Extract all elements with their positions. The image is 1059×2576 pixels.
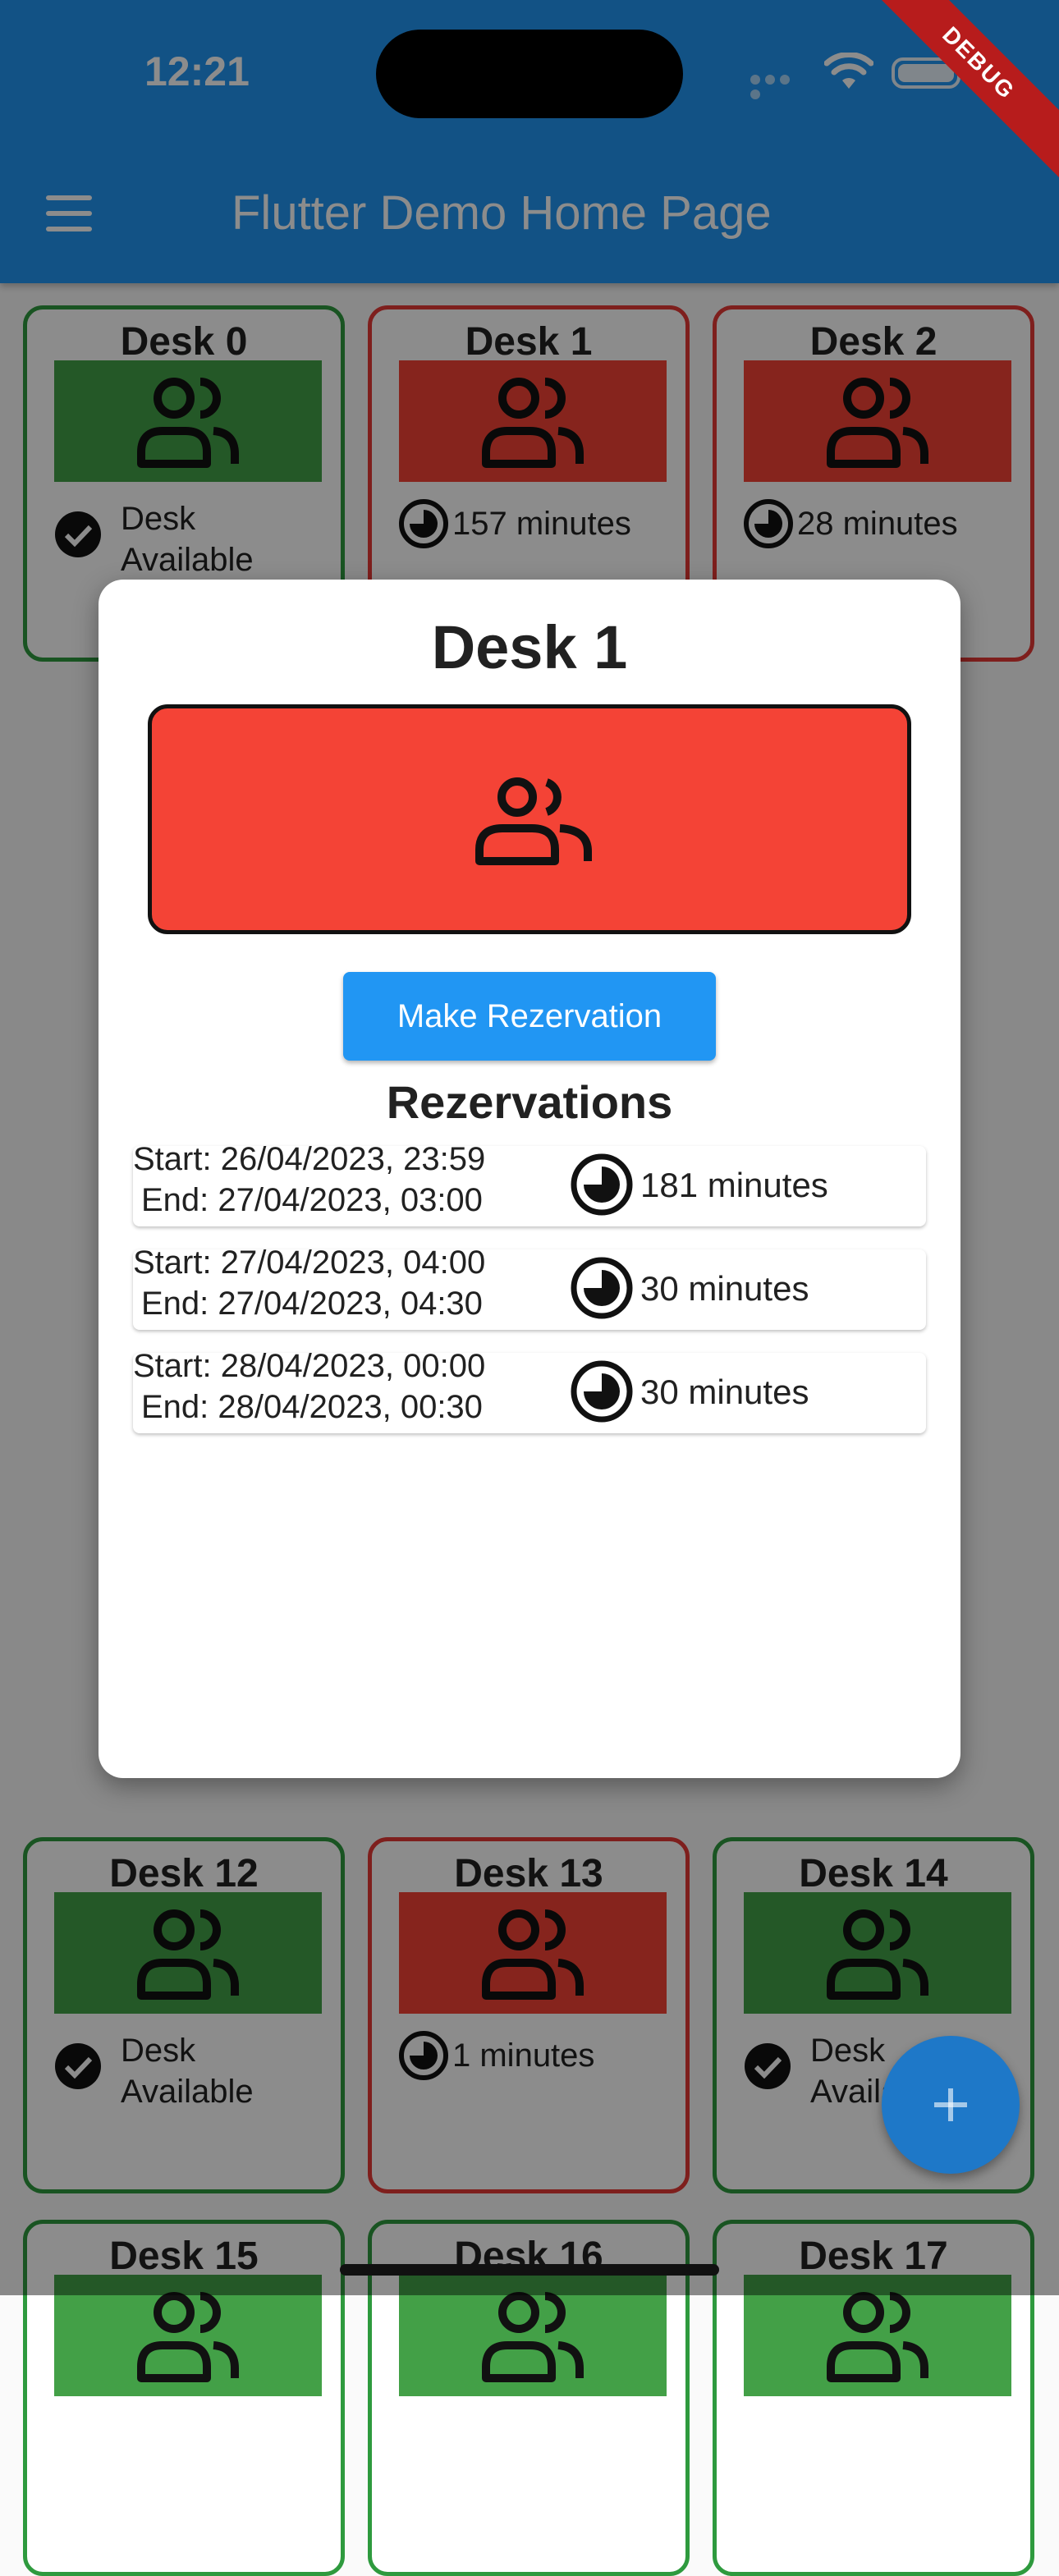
reservation-end: End: 27/04/2023, 04:30 (141, 1286, 483, 1322)
make-reservation-button[interactable]: Make Rezervation (343, 972, 716, 1061)
people-icon (827, 2292, 928, 2382)
timelapse-icon (571, 1153, 633, 1216)
reservation-start: Start: 27/04/2023, 04:00 (133, 1244, 486, 1281)
desk-dialog: Desk 1 Make Rezervation Rezervations Sta… (99, 580, 960, 1778)
timelapse-icon (571, 1257, 633, 1319)
timelapse-icon (571, 1360, 633, 1423)
reservation-duration: 30 minutes (640, 1269, 809, 1308)
reservation-card[interactable]: Start: 27/04/2023, 04:00 End: 27/04/2023… (133, 1244, 926, 1330)
home-indicator (340, 2264, 719, 2276)
reservation-card[interactable]: Start: 26/04/2023, 23:59 End: 27/04/2023… (133, 1141, 926, 1226)
people-icon (475, 777, 592, 865)
reservation-card[interactable]: Start: 28/04/2023, 00:00 End: 28/04/2023… (133, 1348, 926, 1433)
reservations-list: Start: 26/04/2023, 23:59 End: 27/04/2023… (133, 1141, 926, 1456)
reservation-start: Start: 26/04/2023, 23:59 (133, 1141, 486, 1177)
reservation-duration: 181 minutes (640, 1166, 828, 1204)
desk-status-panel (148, 704, 911, 934)
dialog-title: Desk 1 (431, 613, 628, 681)
reservations-heading: Rezervations (386, 1076, 673, 1128)
reservation-start: Start: 28/04/2023, 00:00 (133, 1348, 486, 1384)
people-icon (482, 2292, 584, 2382)
people-icon (137, 2292, 239, 2382)
reservation-end: End: 27/04/2023, 03:00 (141, 1182, 483, 1218)
reservation-duration: 30 minutes (640, 1373, 809, 1411)
reservation-end: End: 28/04/2023, 00:30 (141, 1389, 483, 1425)
add-button[interactable] (882, 2036, 1020, 2174)
